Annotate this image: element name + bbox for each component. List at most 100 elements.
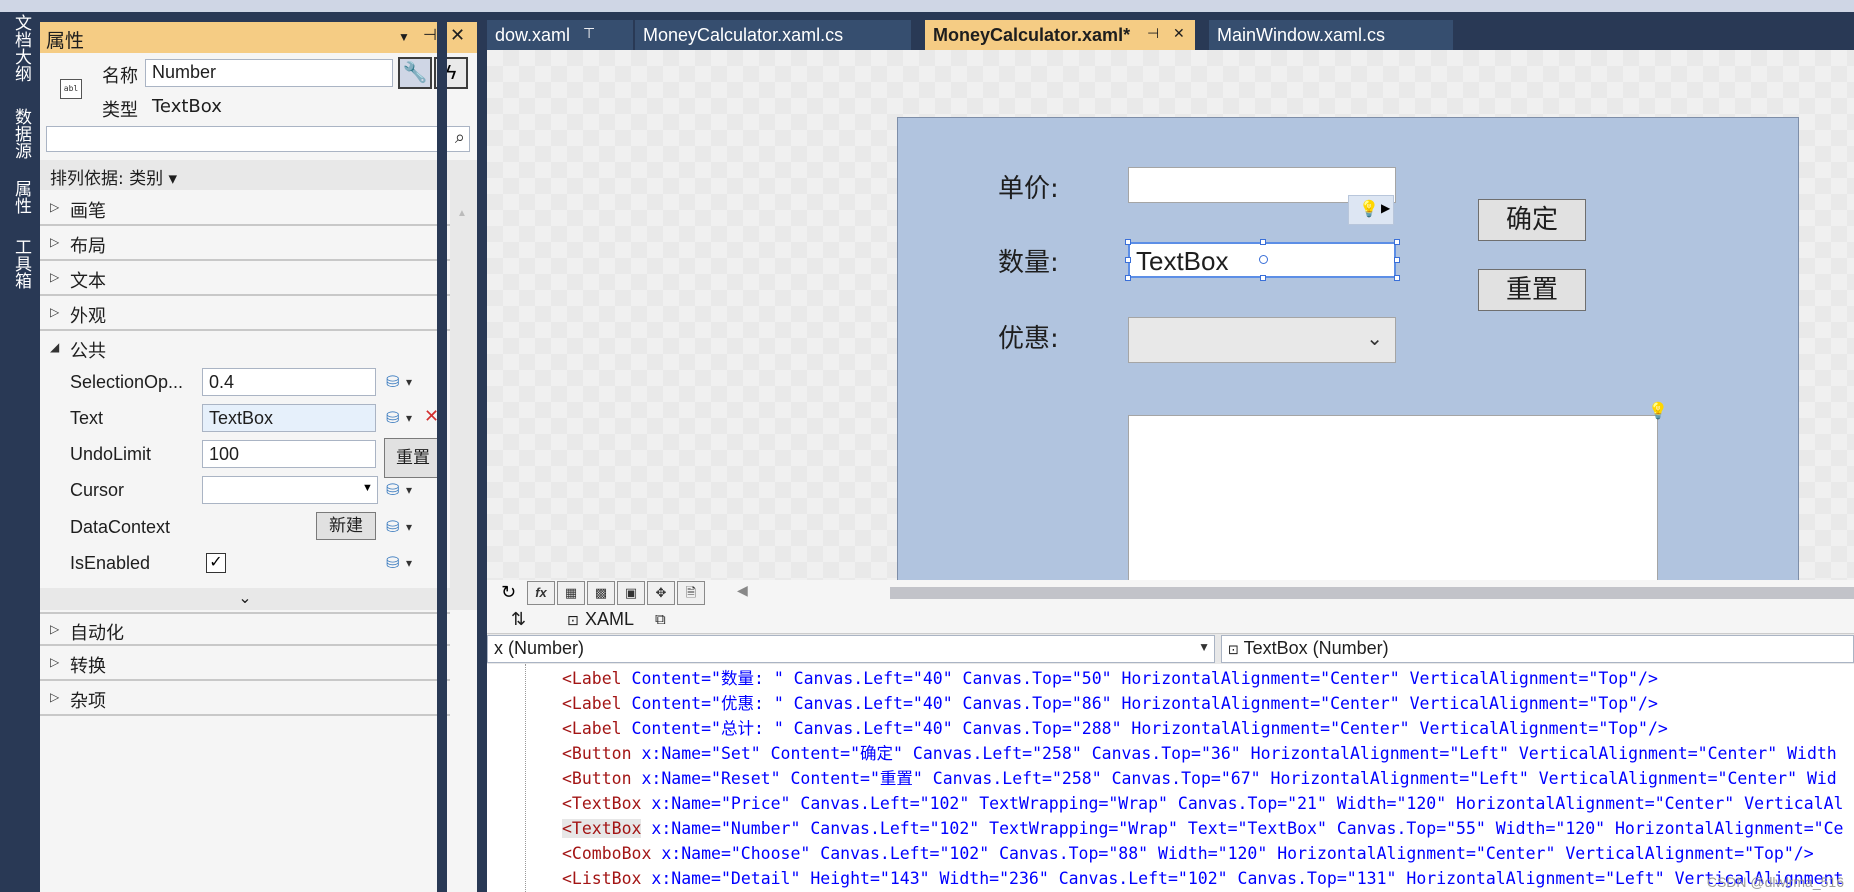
resize-handle[interactable] bbox=[1125, 275, 1131, 281]
tab-mainwindow-cs[interactable]: MainWindow.xaml.cs bbox=[1209, 20, 1453, 50]
code-line[interactable]: <TextBox x:Name="Number" Canvas.Left="10… bbox=[562, 816, 1843, 841]
price-label[interactable]: 单价: bbox=[998, 168, 1059, 205]
properties-scrollbar[interactable]: ▲ bbox=[450, 160, 477, 610]
popout-icon[interactable]: ⧉ bbox=[655, 611, 666, 628]
category-misc[interactable]: ▷ 杂项 bbox=[40, 682, 450, 716]
database-icon[interactable]: ⛁ bbox=[386, 408, 399, 428]
name-input[interactable]: Number bbox=[145, 59, 393, 87]
project-code-button[interactable]: 🗎 bbox=[677, 581, 705, 605]
resize-handle[interactable] bbox=[1125, 239, 1131, 245]
resize-handle[interactable] bbox=[1394, 275, 1400, 281]
expand-arrow-icon: ▷ bbox=[50, 235, 60, 249]
xaml-designer[interactable]: 单价: 💡 ▶ 数量: TextBox 优惠: ⌄ 确定 重置 💡 bbox=[487, 50, 1854, 580]
swap-panes-icon[interactable]: ⇅ bbox=[511, 609, 526, 630]
discount-combobox[interactable]: ⌄ bbox=[1128, 317, 1396, 363]
category-transform[interactable]: ▷ 转换 bbox=[40, 647, 450, 681]
resize-handle[interactable] bbox=[1394, 239, 1400, 245]
code-line[interactable]: <Label Content="总计: " Canvas.Left="40" C… bbox=[562, 716, 1668, 741]
chevron-down-icon[interactable]: ▾ bbox=[406, 556, 412, 570]
close-icon[interactable]: ✕ bbox=[450, 25, 465, 46]
sort-by-row[interactable]: 排列依据: 类别 ▾ bbox=[40, 160, 450, 190]
properties-wrench-button[interactable]: 🔧 bbox=[398, 57, 432, 89]
designer-horizontal-scrollbar[interactable] bbox=[890, 587, 1854, 599]
tab-xaml[interactable]: XAML bbox=[585, 609, 634, 630]
database-icon[interactable]: ⛁ bbox=[386, 553, 399, 573]
dropdown-icon[interactable]: ▼ bbox=[398, 30, 410, 44]
expand-more-button[interactable]: ⌄ bbox=[40, 588, 450, 610]
chevron-down-icon[interactable]: ▼ bbox=[362, 482, 373, 494]
code-line[interactable]: <TextBox x:Name="Price" Canvas.Left="102… bbox=[562, 791, 1843, 816]
category-layout[interactable]: ▷ 布局 bbox=[40, 227, 450, 261]
tab-moneycalculator-cs[interactable]: MoneyCalculator.xaml.cs bbox=[635, 20, 911, 50]
pin-icon[interactable]: ⊤ bbox=[583, 25, 595, 42]
prop-selection-opacity-input[interactable]: 0.4 bbox=[202, 368, 376, 396]
lightbulb-icon[interactable]: 💡 bbox=[1648, 401, 1668, 421]
prop-text-input[interactable]: TextBox bbox=[202, 404, 376, 432]
category-automation[interactable]: ▷ 自动化 bbox=[40, 612, 450, 646]
code-line[interactable]: <ComboBox x:Name="Choose" Canvas.Left="1… bbox=[562, 841, 1814, 866]
side-tab-toolbox[interactable]: 工具箱 bbox=[8, 238, 32, 289]
chevron-down-icon[interactable]: ▾ bbox=[406, 483, 412, 497]
database-icon[interactable]: ⛁ bbox=[386, 517, 399, 537]
pin-icon[interactable]: ⊣ bbox=[423, 25, 437, 45]
side-tab-document-outline[interactable]: 文档大纲 bbox=[8, 14, 32, 82]
snap-gridlines-button[interactable]: ▩ bbox=[587, 581, 615, 605]
xaml-code-editor[interactable]: <Label Content="数量: " Canvas.Left="40" C… bbox=[487, 664, 1854, 892]
discount-label[interactable]: 优惠: bbox=[998, 318, 1059, 355]
quantity-label[interactable]: 数量: bbox=[998, 242, 1059, 279]
chevron-down-icon[interactable]: ▼ bbox=[1198, 640, 1210, 654]
refresh-icon[interactable]: ↻ bbox=[501, 582, 516, 603]
category-common[interactable]: ◢ 公共 bbox=[40, 332, 450, 366]
chevron-down-icon[interactable]: ▾ bbox=[406, 520, 412, 534]
detail-listbox[interactable] bbox=[1128, 415, 1658, 580]
code-line[interactable]: <ListBox x:Name="Detail" Height="143" Wi… bbox=[562, 866, 1843, 891]
code-line[interactable]: <Label Content="数量: " Canvas.Left="40" C… bbox=[562, 666, 1658, 691]
resize-handle[interactable] bbox=[1394, 257, 1400, 263]
category-text[interactable]: ▷ 文本 bbox=[40, 262, 450, 296]
scroll-up-icon[interactable]: ▲ bbox=[457, 208, 467, 219]
chevron-down-icon[interactable]: ▾ bbox=[406, 411, 412, 425]
code-line[interactable]: <Button x:Name="Reset" Content="重置" Canv… bbox=[562, 766, 1837, 791]
effects-fx-button[interactable]: fx bbox=[527, 581, 555, 605]
code-line[interactable]: <Label Content="优惠: " Canvas.Left="40" C… bbox=[562, 691, 1658, 716]
isenabled-checkbox[interactable]: ✓ bbox=[206, 553, 226, 573]
chevron-down-icon[interactable]: ⌄ bbox=[1366, 326, 1383, 351]
prop-undolimit-input[interactable]: 100 bbox=[202, 440, 376, 468]
member-navigation-combo[interactable]: ⊡ TextBox (Number) bbox=[1221, 635, 1854, 663]
sort-by-label[interactable]: 排列依据: 类别 ▾ bbox=[50, 164, 177, 189]
reset-property-button[interactable]: 重置 bbox=[384, 438, 442, 478]
resize-handle[interactable] bbox=[1260, 239, 1266, 245]
close-icon[interactable]: ✕ bbox=[1173, 25, 1185, 42]
scroll-left-icon[interactable]: ◀ bbox=[737, 582, 748, 599]
side-tab-data-sources[interactable]: 数据源 bbox=[8, 108, 32, 159]
category-appearance[interactable]: ▷ 外观 bbox=[40, 297, 450, 331]
category-brush[interactable]: ▷ 画笔 bbox=[40, 192, 450, 226]
lightbulb-icon[interactable]: 💡 bbox=[1359, 199, 1379, 219]
window-canvas[interactable]: 单价: 💡 ▶ 数量: TextBox 优惠: ⌄ 确定 重置 💡 bbox=[897, 117, 1799, 580]
panel-splitter[interactable] bbox=[437, 22, 447, 892]
database-icon[interactable]: ⛁ bbox=[386, 372, 399, 392]
code-tag: <Button bbox=[562, 744, 632, 763]
tab-window-xaml[interactable]: dow.xaml ⊤ bbox=[487, 20, 633, 50]
property-search-input[interactable]: ⌕ bbox=[46, 126, 470, 152]
chevron-right-icon[interactable]: ▶ bbox=[1381, 201, 1390, 215]
artboard-background-button[interactable]: ▣ bbox=[617, 581, 645, 605]
confirm-button[interactable]: 确定 bbox=[1478, 199, 1586, 241]
side-tab-properties[interactable]: 属性 bbox=[8, 180, 32, 214]
quick-actions-popup[interactable]: 💡 ▶ bbox=[1348, 195, 1394, 225]
tab-moneycalculator-xaml[interactable]: MoneyCalculator.xaml* ⊣ ✕ bbox=[925, 20, 1195, 50]
database-icon[interactable]: ⛁ bbox=[386, 480, 399, 500]
new-datacontext-button[interactable]: 新建 bbox=[316, 512, 376, 540]
rotate-handle[interactable] bbox=[1259, 255, 1268, 264]
snap-lines-button[interactable]: ✥ bbox=[647, 581, 675, 605]
chevron-down-icon[interactable]: ▾ bbox=[406, 375, 412, 389]
grid-toggle-button[interactable]: ▦ bbox=[557, 581, 585, 605]
type-navigation-combo[interactable]: x (Number) ▼ bbox=[487, 635, 1215, 663]
code-line[interactable]: <Button x:Name="Set" Content="确定" Canvas… bbox=[562, 741, 1837, 766]
resize-handle[interactable] bbox=[1125, 257, 1131, 263]
prop-cursor-select[interactable] bbox=[202, 476, 378, 504]
resize-handle[interactable] bbox=[1260, 275, 1266, 281]
category-label: 转换 bbox=[70, 656, 106, 677]
reset-button[interactable]: 重置 bbox=[1478, 269, 1586, 311]
pin-icon[interactable]: ⊣ bbox=[1147, 25, 1159, 42]
